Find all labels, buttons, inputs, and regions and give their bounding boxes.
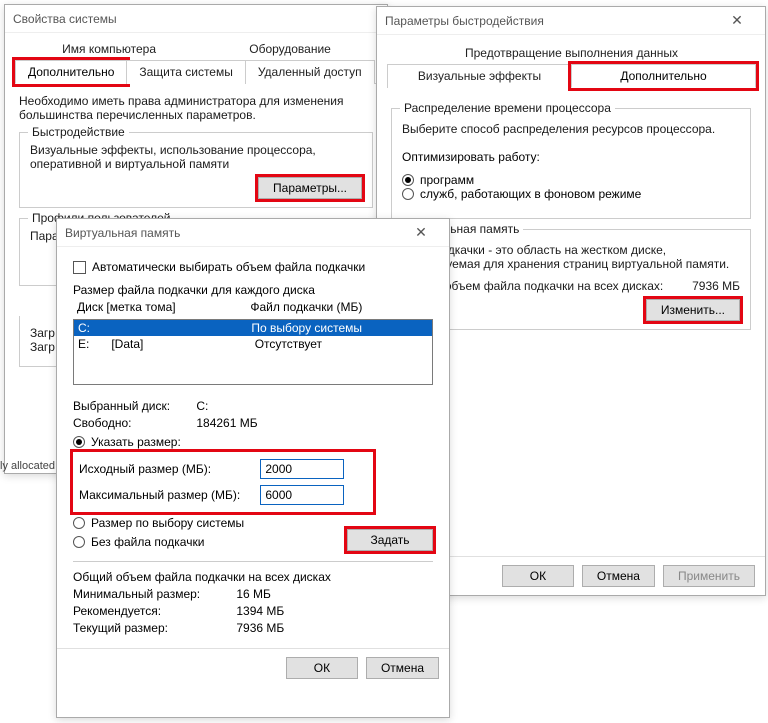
pagefile-header: Файл подкачки (МБ): [250, 300, 410, 314]
current-value: 7936 МБ: [236, 621, 284, 635]
maximum-size-label: Максимальный размер (МБ):: [79, 488, 257, 502]
initial-size-input[interactable]: [260, 459, 344, 479]
performance-group-title: Быстродействие: [28, 125, 129, 139]
ok-button[interactable]: ОК: [502, 565, 574, 587]
cancel-button[interactable]: Отмена: [366, 657, 439, 679]
current-label: Текущий размер:: [73, 621, 233, 635]
drive-c-pagefile: По выбору системы: [251, 321, 411, 335]
titlebar: Виртуальная память ✕: [57, 219, 449, 247]
radio-background-services[interactable]: служб, работающих в фоновом режиме: [402, 187, 641, 201]
cancel-button[interactable]: Отмена: [582, 565, 655, 587]
selected-drive-value: C:: [196, 399, 208, 413]
drive-e-letter: E:: [78, 337, 108, 351]
processor-scheduling-title: Распределение времени процессора: [400, 101, 615, 115]
close-icon[interactable]: ✕: [401, 224, 441, 241]
radio-no-paging-file-label: Без файла подкачки: [91, 535, 204, 549]
radio-custom-size[interactable]: Указать размер:: [73, 435, 181, 449]
ok-button[interactable]: ОК: [286, 657, 358, 679]
radio-system-managed[interactable]: Размер по выбору системы: [73, 516, 244, 530]
drive-e-label: [Data]: [111, 337, 251, 351]
drive-row-c[interactable]: C: По выбору системы: [74, 320, 432, 336]
window-title: Виртуальная память: [65, 226, 401, 240]
recommended-label: Рекомендуется:: [73, 604, 233, 618]
minimum-label: Минимальный размер:: [73, 587, 233, 601]
performance-group: Быстродействие Визуальные эффекты, испол…: [19, 132, 373, 208]
set-button[interactable]: Задать: [347, 529, 433, 551]
free-space-value: 184261 МБ: [196, 416, 257, 430]
tab-advanced[interactable]: Дополнительно: [571, 64, 756, 88]
drive-list[interactable]: C: По выбору системы E: [Data] Отсутству…: [73, 319, 433, 385]
drive-e-pagefile: Отсутствует: [255, 337, 415, 351]
auto-manage-label: Автоматически выбирать объем файла подка…: [92, 260, 365, 274]
free-space-label: Свободно:: [73, 416, 193, 430]
minimum-value: 16 МБ: [236, 587, 271, 601]
tab-hardware[interactable]: Оборудование: [237, 38, 343, 60]
window-title: Параметры быстродействия: [385, 14, 717, 28]
apply-button[interactable]: Применить: [663, 565, 755, 587]
change-button[interactable]: Изменить...: [646, 299, 740, 321]
tab-system-protection[interactable]: Защита системы: [126, 60, 245, 84]
radio-programs-label: программ: [420, 173, 474, 187]
close-icon[interactable]: ✕: [717, 12, 757, 29]
drive-row-e[interactable]: E: [Data] Отсутствует: [74, 336, 432, 352]
tab-visual-effects[interactable]: Визуальные эффекты: [387, 64, 572, 88]
drive-header: Диск [метка тома]: [77, 300, 247, 314]
radio-background-services-label: служб, работающих в фоновом режиме: [420, 187, 641, 201]
recommended-value: 1394 МБ: [236, 604, 284, 618]
virtual-memory-text1: Файл подкачки - это область на жестком д…: [402, 243, 740, 271]
stray-text: ly allocated: [0, 460, 55, 472]
optimize-label: Оптимизировать работу:: [402, 150, 740, 164]
radio-system-managed-label: Размер по выбору системы: [91, 516, 244, 530]
window-title: Свойства системы: [13, 12, 379, 26]
radio-programs[interactable]: программ: [402, 173, 474, 187]
initial-size-label: Исходный размер (МБ):: [79, 462, 257, 476]
processor-scheduling-text: Выберите способ распределения ресурсов п…: [402, 122, 740, 136]
tab-remote[interactable]: Удаленный доступ: [245, 60, 375, 84]
performance-text: Визуальные эффекты, использование процес…: [30, 143, 362, 171]
titlebar: Свойства системы: [5, 5, 387, 33]
performance-settings-button[interactable]: Параметры...: [258, 177, 362, 199]
selected-drive-label: Выбранный диск:: [73, 399, 193, 413]
per-drive-label: Размер файла подкачки для каждого диска: [73, 283, 433, 297]
maximum-size-input[interactable]: [260, 485, 344, 505]
radio-no-paging-file[interactable]: Без файла подкачки: [73, 535, 204, 549]
titlebar: Параметры быстродействия ✕: [377, 7, 765, 35]
radio-custom-size-label: Указать размер:: [91, 435, 181, 449]
tab-advanced[interactable]: Дополнительно: [15, 60, 127, 84]
drive-c-label: C:: [78, 321, 248, 335]
processor-scheduling-group: Распределение времени процессора Выберит…: [391, 108, 751, 219]
admin-note: Необходимо иметь права администратора дл…: [19, 94, 373, 122]
tab-dep[interactable]: Предотвращение выполнения данных: [453, 42, 690, 64]
tab-computer-name[interactable]: Имя компьютера: [50, 38, 168, 60]
total-group-label: Общий объем файла подкачки на всех диска…: [73, 570, 433, 584]
auto-manage-checkbox[interactable]: Автоматически выбирать объем файла подка…: [73, 260, 365, 274]
virtual-memory-dialog: Виртуальная память ✕ Автоматически выбир…: [56, 218, 450, 718]
virtual-memory-total: 7936 МБ: [692, 279, 740, 293]
